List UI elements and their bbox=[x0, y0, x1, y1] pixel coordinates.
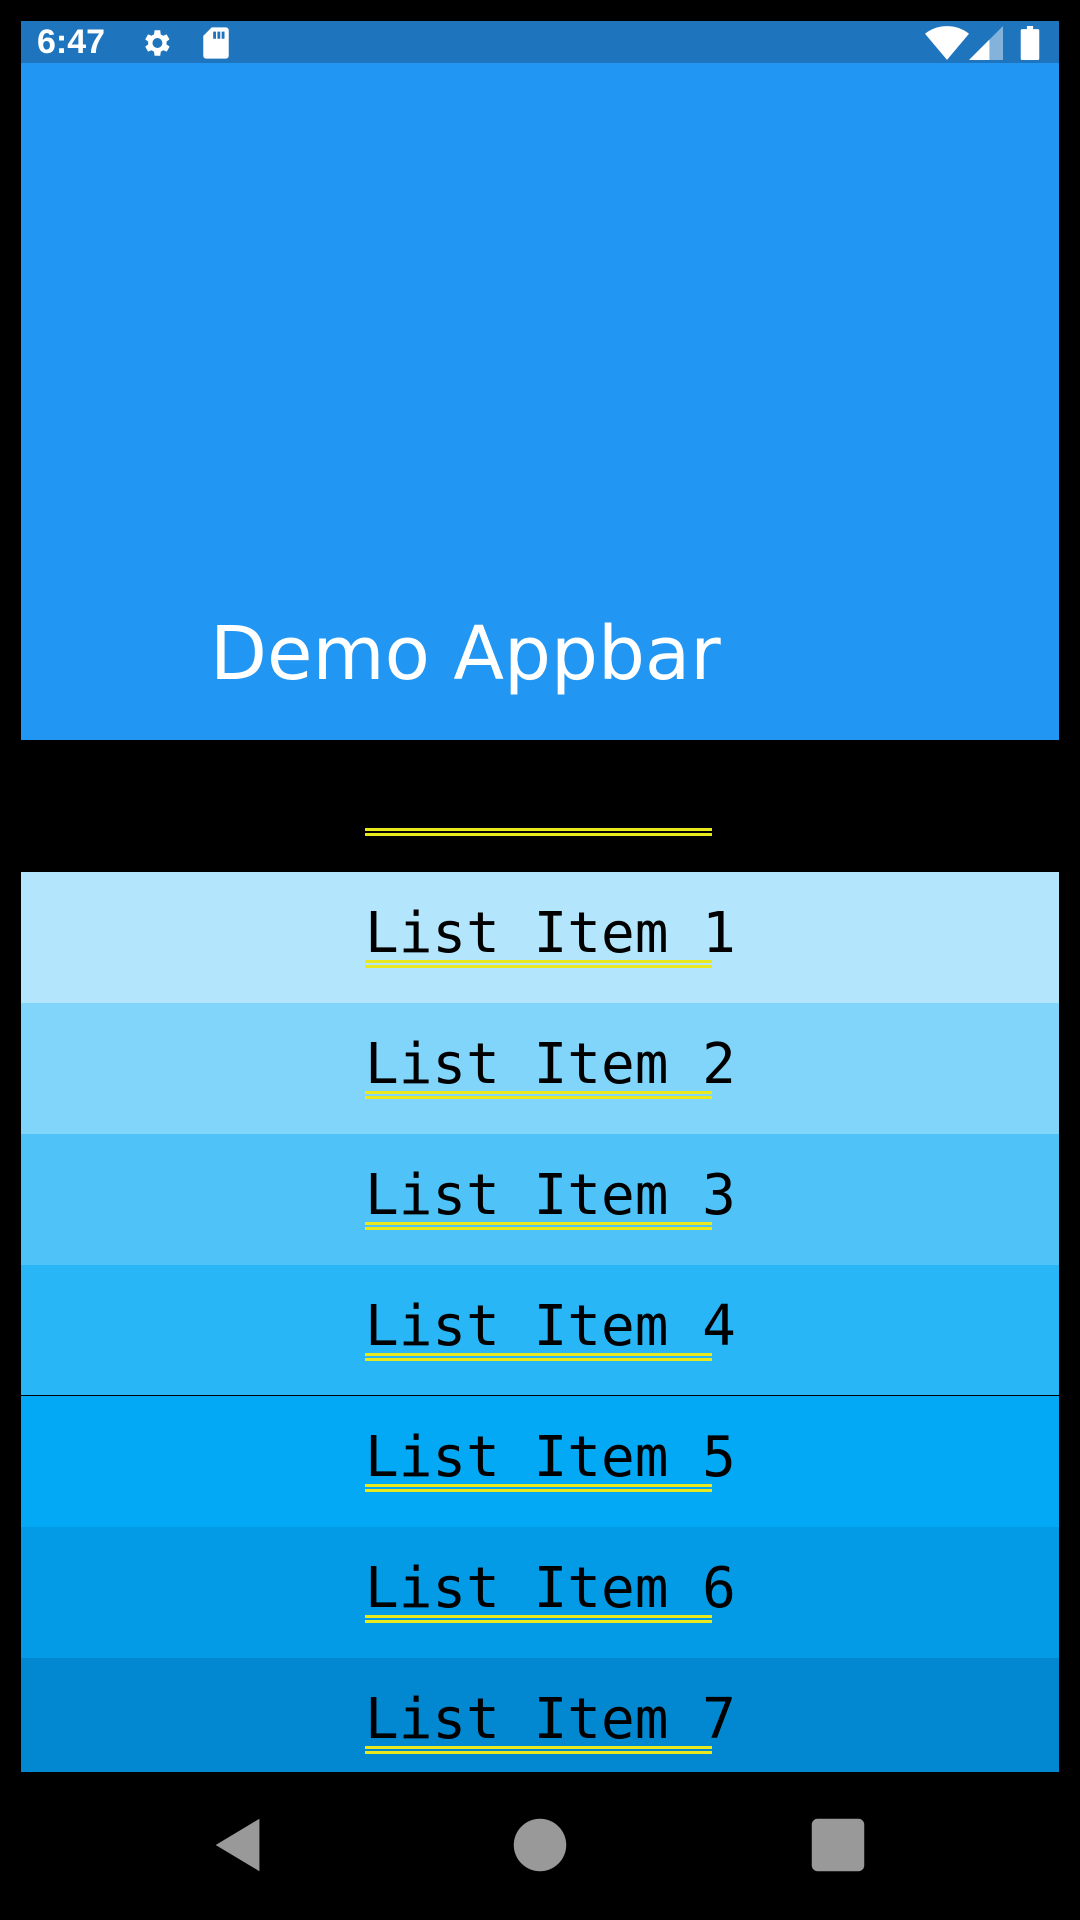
home-icon[interactable] bbox=[505, 1810, 575, 1880]
list-item-underline bbox=[365, 1222, 712, 1230]
list-item-underline bbox=[365, 960, 712, 968]
battery-icon bbox=[1019, 26, 1041, 64]
list-item-label: List Item 2 bbox=[365, 1032, 736, 1097]
status-time: 6:47 bbox=[37, 23, 106, 61]
appbar-title: Demo Appbar bbox=[210, 611, 721, 697]
list-item-label: List Item 6 bbox=[365, 1556, 736, 1621]
list-item-underline bbox=[365, 1353, 712, 1361]
wifi-icon bbox=[925, 26, 969, 64]
list-item[interactable]: List Item 5 bbox=[21, 1396, 1059, 1527]
list-item[interactable]: List Item 2 bbox=[21, 1003, 1059, 1134]
list-item-underline bbox=[365, 1615, 712, 1623]
item-list[interactable]: List Item 1 List Item 2 List Item 3 List… bbox=[21, 872, 1059, 1772]
list-item-label: List Item 5 bbox=[365, 1425, 736, 1490]
list-item-underline bbox=[365, 1746, 712, 1754]
list-item-underline bbox=[365, 1484, 712, 1492]
list-header-underline bbox=[365, 828, 712, 836]
list-item-label: List Item 1 bbox=[365, 901, 736, 966]
list-item-label: List Item 7 bbox=[365, 1687, 736, 1752]
list-item-underline bbox=[365, 1091, 712, 1099]
back-icon[interactable] bbox=[204, 1810, 274, 1880]
status-bar: 6:47 bbox=[21, 21, 1059, 63]
appbar: Demo Appbar bbox=[21, 63, 1059, 740]
navigation-bar bbox=[0, 1772, 1080, 1920]
list-item-label: List Item 4 bbox=[365, 1294, 736, 1359]
list-item[interactable]: List Item 1 bbox=[21, 872, 1059, 1003]
signal-icon bbox=[969, 26, 1003, 64]
gear-icon bbox=[139, 26, 173, 64]
recents-icon[interactable] bbox=[803, 1810, 873, 1880]
list-item[interactable]: List Item 3 bbox=[21, 1134, 1059, 1265]
list-item[interactable]: List Item 4 bbox=[21, 1265, 1059, 1396]
list-item-label: List Item 3 bbox=[365, 1163, 736, 1228]
list-item[interactable]: List Item 7 bbox=[21, 1658, 1059, 1772]
list-item[interactable]: List Item 6 bbox=[21, 1527, 1059, 1658]
sd-card-icon bbox=[201, 26, 231, 64]
